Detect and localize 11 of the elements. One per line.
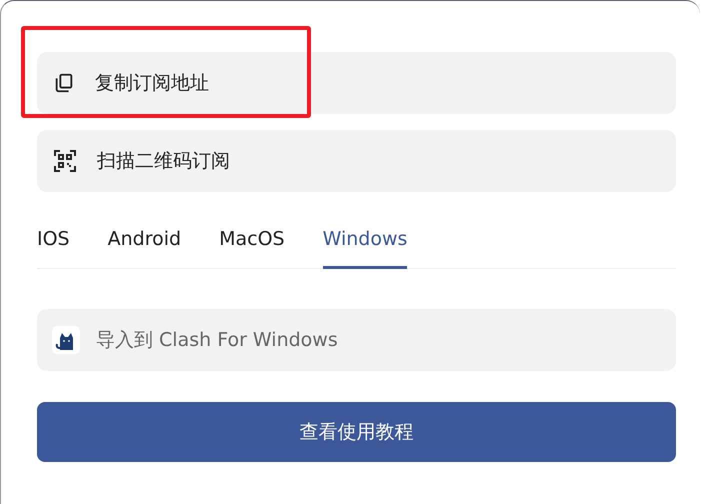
platform-tab[interactable]: MacOS [219, 228, 285, 269]
platform-tab[interactable]: Windows [322, 228, 408, 269]
platform-tab[interactable]: IOS [37, 228, 70, 269]
action-button[interactable]: 扫描二维码订阅 [37, 130, 676, 192]
import-button[interactable]: 导入到 Clash For Windows [37, 309, 676, 371]
action-button[interactable]: 复制订阅地址 [37, 52, 676, 114]
qr-code-icon [53, 149, 77, 173]
platform-tab[interactable]: Android [108, 228, 182, 269]
tutorial-button[interactable]: 查看使用教程 [37, 402, 676, 462]
copy-icon [53, 72, 75, 94]
cat-icon [52, 326, 80, 354]
